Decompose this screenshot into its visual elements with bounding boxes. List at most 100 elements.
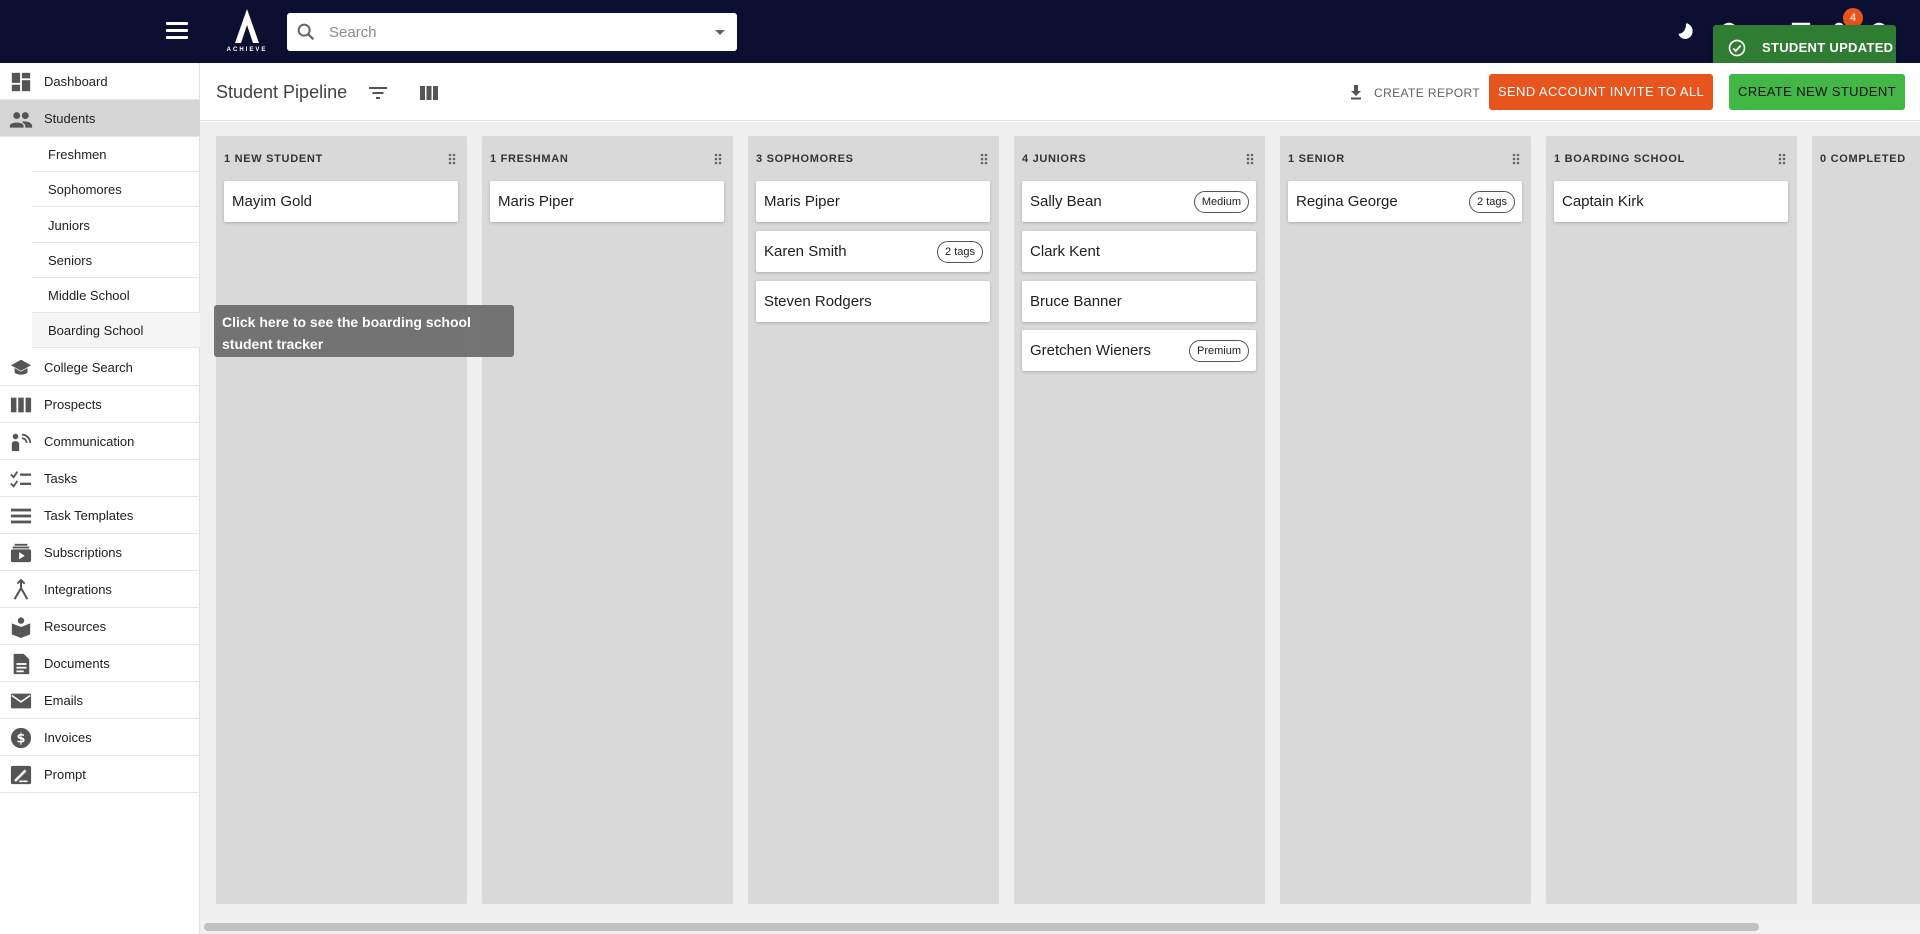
sidebar-subitem-sophomores[interactable]: Sophomores (32, 172, 200, 207)
toast-text: STUDENT UPDATED (1762, 40, 1894, 55)
column-sophomores: 3 SOPHOMORES Maris Piper Karen Smith 2 t… (748, 136, 999, 904)
sidebar-item-invoices[interactable]: $ Invoices (0, 719, 200, 756)
people-icon (9, 112, 33, 128)
sidebar-item-resources[interactable]: Resources (0, 608, 200, 645)
drag-handle-icon[interactable] (713, 152, 723, 166)
sidebar-item-prompt[interactable]: Prompt (0, 756, 200, 793)
sidebar-item-communication[interactable]: Communication (0, 423, 200, 460)
list-icon (10, 508, 32, 524)
sidebar-subitem-middle-school[interactable]: Middle School (32, 278, 200, 313)
mail-icon (10, 693, 32, 709)
student-name: Gretchen Wieners (1030, 342, 1151, 359)
sidebar-subitem-label: Boarding School (48, 323, 144, 338)
logo-text: ACHIEVE (226, 47, 268, 53)
column-header: 4 JUNIORS (1022, 153, 1087, 165)
student-name: Maris Piper (498, 193, 574, 210)
column-juniors: 4 JUNIORS Sally Bean Medium Clark Kent B… (1014, 136, 1265, 904)
horizontal-scrollbar[interactable] (200, 919, 1920, 934)
student-card[interactable]: Mayim Gold (224, 181, 458, 222)
sidebar-item-tasks[interactable]: Tasks (0, 460, 200, 497)
student-name: Sally Bean (1030, 193, 1102, 210)
sidebar-item-college-search[interactable]: College Search (0, 349, 200, 386)
communication-icon (11, 433, 32, 452)
chevron-down-icon[interactable] (712, 24, 728, 40)
sidebar-subitem-label: Seniors (48, 253, 93, 268)
page-title: Student Pipeline (216, 82, 348, 102)
sidebar-subitem-label: Freshmen (48, 147, 107, 162)
student-name: Mayim Gold (232, 193, 313, 210)
drag-handle-icon[interactable] (1777, 152, 1787, 166)
student-card[interactable]: Steven Rodgers (756, 281, 990, 322)
page-header: Student Pipeline CREATE REPORT SEND ACCO… (200, 63, 1920, 121)
app-logo[interactable]: ACHIEVE (222, 9, 272, 55)
view-column-icon[interactable] (419, 84, 439, 102)
tag-chip[interactable]: Medium (1193, 191, 1249, 213)
tag-chip[interactable]: 2 tags (1469, 191, 1515, 213)
drag-handle-icon[interactable] (1245, 152, 1255, 166)
sidebar-item-label: Resources (44, 619, 107, 634)
student-card[interactable]: Maris Piper (490, 181, 724, 222)
column-header: 1 NEW STUDENT (224, 153, 323, 165)
column-header: 3 SOPHOMORES (756, 153, 854, 165)
top-app-bar: ACHIEVE 4 (0, 0, 1920, 63)
column-senior: 1 SENIOR Regina George 2 tags (1280, 136, 1531, 904)
sidebar-item-task-templates[interactable]: Task Templates (0, 497, 200, 534)
book-icon (11, 617, 31, 638)
student-card[interactable]: Captain Kirk (1554, 181, 1788, 222)
sidebar-item-label: Task Templates (44, 508, 134, 523)
sidebar-item-prospects[interactable]: Prospects (0, 386, 200, 423)
sidebar-item-subscriptions[interactable]: Subscriptions (0, 534, 200, 571)
student-card[interactable]: Maris Piper (756, 181, 990, 222)
tag-chip[interactable]: 2 tags (937, 241, 983, 263)
sidebar-item-label: Emails (44, 693, 84, 708)
sidebar-item-dashboard[interactable]: Dashboard (0, 63, 200, 100)
create-report-label: CREATE REPORT (1374, 86, 1481, 100)
student-card[interactable]: Gretchen Wieners Premium (1022, 330, 1256, 371)
checklist-icon (10, 471, 32, 488)
sidebar-item-integrations[interactable]: Integrations (0, 571, 200, 608)
sidebar-item-emails[interactable]: Emails (0, 682, 200, 719)
student-name: Captain Kirk (1562, 193, 1644, 210)
menu-icon[interactable] (163, 19, 191, 43)
subscriptions-icon (10, 543, 32, 563)
student-card[interactable]: Karen Smith 2 tags (756, 231, 990, 272)
student-name: Clark Kent (1030, 243, 1101, 260)
dashboard-icon (11, 72, 31, 92)
draw-icon (10, 765, 32, 785)
boarding-school-tooltip: Click here to see the boarding school st… (214, 305, 514, 357)
filter-icon[interactable] (368, 84, 388, 102)
tag-chip[interactable]: Premium (1188, 340, 1249, 362)
sidebar-item-label: Prospects (44, 397, 102, 412)
sidebar-item-label: Subscriptions (44, 545, 123, 560)
merge-icon (13, 579, 29, 600)
column-completed: 0 COMPLETED (1812, 136, 1920, 904)
student-card[interactable]: Bruce Banner (1022, 281, 1256, 322)
sidebar-subitem-seniors[interactable]: Seniors (32, 243, 200, 278)
student-card[interactable]: Regina George 2 tags (1288, 181, 1522, 222)
drag-handle-icon[interactable] (979, 152, 989, 166)
sidebar-subitem-freshmen[interactable]: Freshmen (32, 137, 200, 172)
student-name: Steven Rodgers (764, 293, 872, 310)
search-input[interactable] (329, 13, 689, 51)
sidebar-subitem-juniors[interactable]: Juniors (32, 208, 200, 243)
send-account-invite-button[interactable]: SEND ACCOUNT INVITE TO ALL (1489, 74, 1713, 110)
sidebar-item-label: College Search (44, 360, 133, 375)
student-name: Bruce Banner (1030, 293, 1122, 310)
column-header: 1 BOARDING SCHOOL (1554, 153, 1686, 165)
dark-mode-icon[interactable] (1675, 20, 1697, 42)
create-new-student-button[interactable]: CREATE NEW STUDENT (1729, 74, 1905, 110)
sidebar-subitem-label: Middle School (48, 288, 130, 303)
drag-handle-icon[interactable] (447, 152, 457, 166)
column-new-student: 1 NEW STUDENT Mayim Gold (216, 136, 467, 904)
column-header: 0 COMPLETED (1820, 153, 1906, 165)
sidebar-item-students[interactable]: Students (0, 100, 200, 137)
search-icon (297, 23, 315, 41)
sidebar-subitem-boarding-school[interactable]: Boarding School (32, 313, 200, 348)
drag-handle-icon[interactable] (1511, 152, 1521, 166)
student-card[interactable]: Clark Kent (1022, 231, 1256, 272)
search-bar[interactable] (287, 13, 737, 51)
student-card[interactable]: Sally Bean Medium (1022, 181, 1256, 222)
sidebar-item-documents[interactable]: Documents (0, 645, 200, 682)
scrollbar-thumb[interactable] (204, 923, 1759, 931)
sidebar-item-label: Dashboard (44, 74, 108, 89)
